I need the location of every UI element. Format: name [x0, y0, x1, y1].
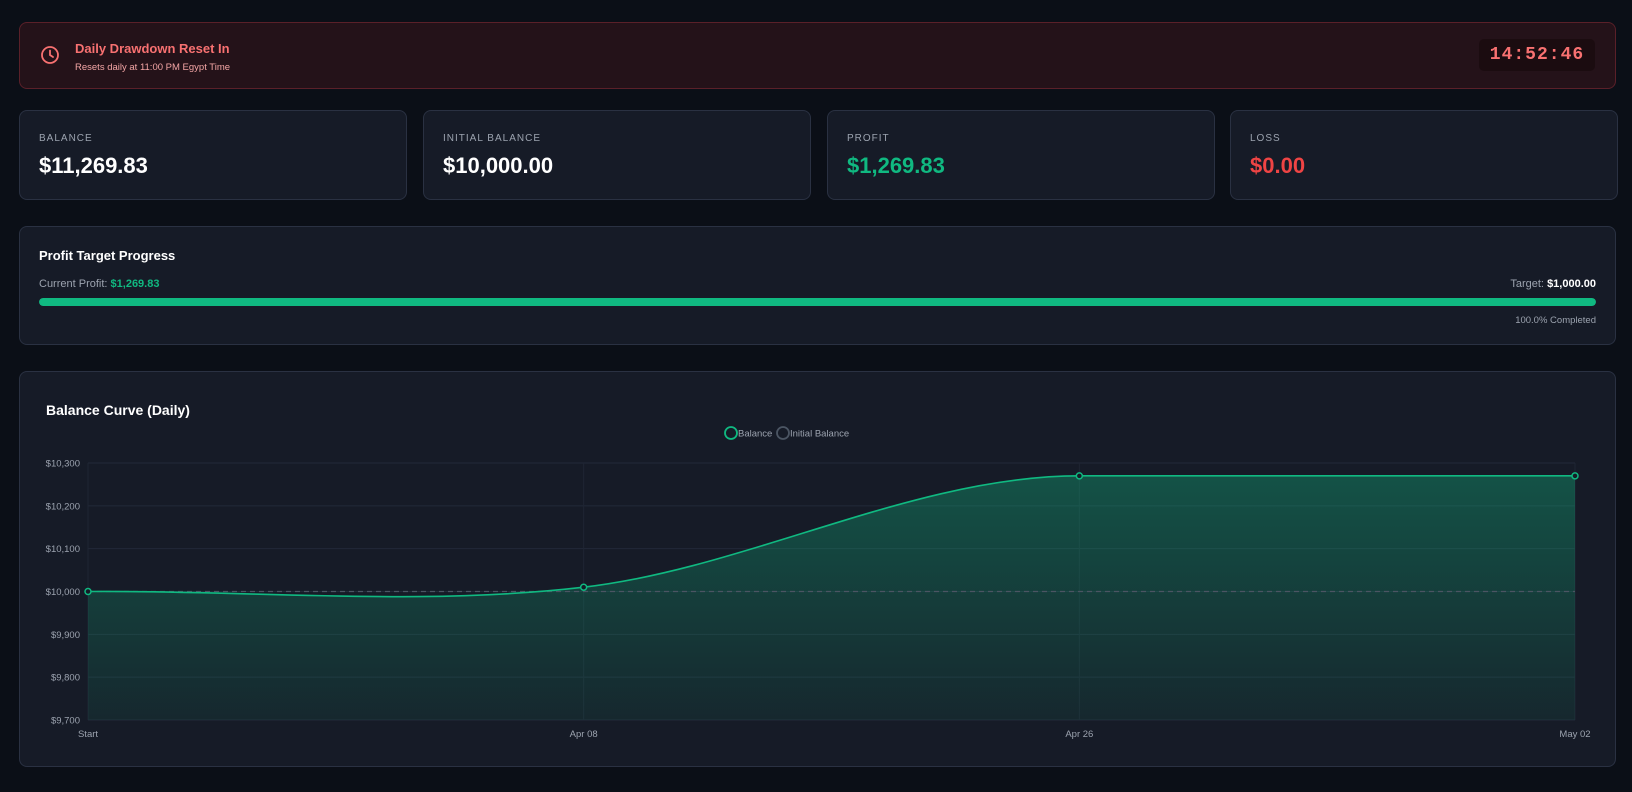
progress-completed-text: 100.0% Completed	[1515, 315, 1596, 326]
stat-value: $0.00	[1250, 153, 1306, 178]
legend-balance-marker	[724, 426, 738, 440]
countdown-timer: 14:52:46	[1479, 39, 1595, 71]
stat-label: LOSS	[1250, 133, 1281, 144]
y-tick-label: $9,700	[51, 716, 80, 727]
banner-title: Daily Drawdown Reset In	[75, 41, 230, 56]
stat-label: INITIAL BALANCE	[443, 133, 541, 144]
x-tick-label: Apr 08	[570, 729, 598, 740]
y-tick-label: $10,100	[46, 544, 80, 555]
y-tick-label: $10,300	[46, 459, 80, 470]
legend-initial-balance-marker	[776, 426, 790, 440]
target-value: $1,000.00	[1547, 278, 1596, 290]
stat-value: $11,269.83	[39, 153, 148, 178]
balance-curve-card: Balance Curve (Daily) $10,300 $10,200 $10,…	[19, 371, 1616, 767]
profit-target-progress: Profit Target Progress Current Profit: $…	[19, 226, 1616, 345]
y-tick-label: $10,000	[46, 587, 80, 598]
balance-point	[84, 587, 92, 596]
balance-area-fill	[88, 475, 1575, 720]
progress-title: Profit Target Progress	[39, 248, 176, 263]
clock-icon	[41, 46, 59, 64]
balance-point	[1075, 472, 1084, 480]
current-profit-value: $1,269.83	[110, 278, 160, 290]
stat-value: $10,000.00	[443, 153, 554, 178]
stat-card-profit: PROFIT $1,269.83	[827, 110, 1215, 200]
current-profit-label: Current Profit:	[39, 278, 108, 290]
x-tick-label: Start	[78, 729, 98, 740]
y-tick-label: $10,200	[46, 501, 80, 512]
progress-bar-track	[39, 298, 1596, 306]
banner-subtitle: Resets daily at 11:00 PM Egypt Time	[75, 62, 231, 73]
legend-initial-balance-label: Initial Balance	[790, 429, 849, 440]
balance-point	[579, 583, 588, 591]
stat-card-initial-balance: INITIAL BALANCE $10,000.00	[423, 110, 811, 200]
balance-chart: $10,300 $10,200 $10,100 $10,000 $9,900 $9,800…	[46, 426, 1591, 740]
drawdown-reset-banner: Daily Drawdown Reset In Resets daily at …	[19, 22, 1616, 89]
current-profit: Current Profit: $1,269.83	[39, 278, 159, 290]
x-tick-label: May 02	[1559, 729, 1590, 740]
target-label: Target:	[1510, 278, 1544, 290]
stat-label: BALANCE	[39, 133, 93, 144]
y-tick-label: $9,800	[51, 673, 80, 684]
profit-target: Target: $1,000.00	[1510, 278, 1596, 290]
stat-label: PROFIT	[847, 133, 890, 144]
stat-card-balance: BALANCE $11,269.83	[19, 110, 407, 200]
x-tick-label: Apr 26	[1065, 729, 1093, 740]
balance-point	[1571, 472, 1579, 480]
progress-bar-fill	[39, 298, 1596, 306]
y-tick-label: $9,900	[51, 630, 80, 641]
stat-value: $1,269.83	[847, 153, 945, 178]
legend-balance-label: Balance	[738, 429, 772, 440]
stat-card-loss: LOSS $0.00	[1230, 110, 1618, 200]
